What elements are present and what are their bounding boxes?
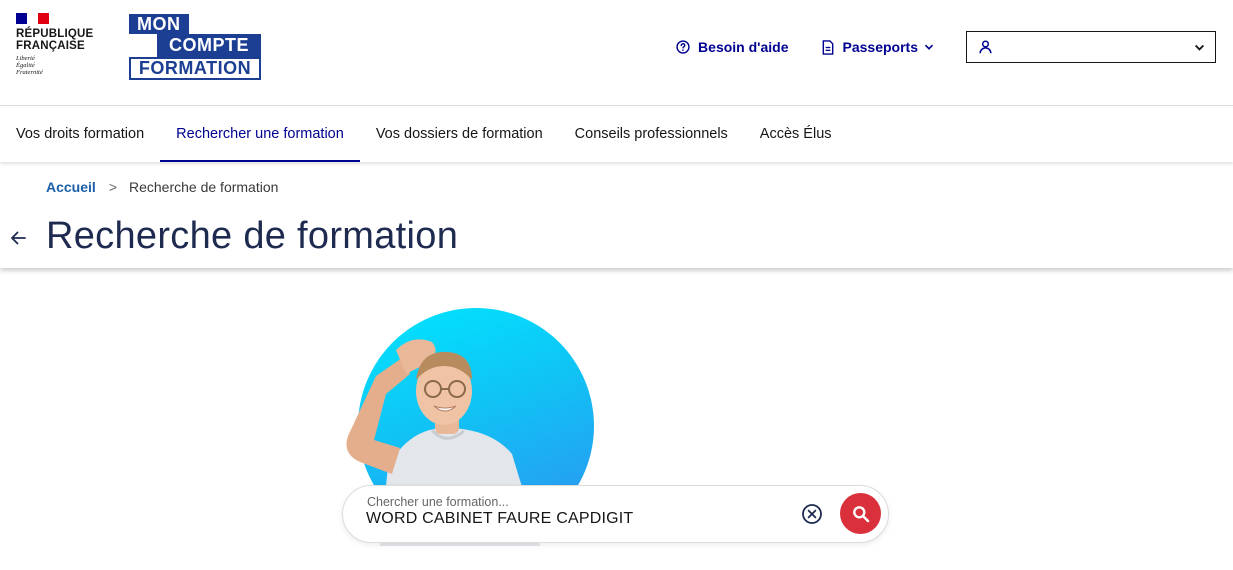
republique-francaise-logo[interactable]: RÉPUBLIQUE FRANÇAISE Liberté Égalité Fra… — [16, 13, 106, 76]
mon-compte-formation-logo[interactable]: MON COMPTE FORMATION — [129, 14, 261, 80]
passports-menu[interactable]: Passeports — [821, 39, 934, 55]
header-tools: Besoin d'aide Passeports — [676, 31, 1216, 63]
chevron-down-icon — [1194, 44, 1205, 51]
republic-name: RÉPUBLIQUE FRANÇAISE — [16, 28, 94, 52]
question-circle-icon — [676, 40, 690, 54]
back-arrow-icon[interactable] — [8, 228, 28, 248]
search-icon — [852, 505, 869, 522]
breadcrumb-home-link[interactable]: Accueil — [46, 179, 96, 195]
search-input[interactable]: WORD CABINET FAURE CAPDIGIT — [366, 510, 633, 528]
page-title: Recherche de formation — [46, 215, 459, 257]
clear-search-icon[interactable] — [801, 503, 823, 525]
document-icon — [822, 39, 833, 55]
breadcrumb: Accueil > Recherche de formation — [46, 179, 278, 195]
search-button[interactable] — [840, 493, 881, 534]
search-box[interactable]: Chercher une formation... WORD CABINET F… — [342, 485, 889, 543]
chevron-down-icon — [924, 44, 934, 50]
nav-item-acces-elus[interactable]: Accès Élus — [744, 106, 848, 162]
user-icon — [979, 40, 992, 54]
french-flag-icon — [16, 13, 49, 24]
main-nav: Vos droits formation Rechercher une form… — [0, 106, 1233, 162]
title-band: Recherche de formation — [0, 206, 1233, 268]
nav-item-dossiers-formation[interactable]: Vos dossiers de formation — [360, 106, 559, 162]
nav-item-droits-formation[interactable]: Vos droits formation — [0, 106, 160, 162]
help-link[interactable]: Besoin d'aide — [676, 39, 789, 55]
breadcrumb-current: Recherche de formation — [129, 179, 279, 195]
search-label: Chercher une formation... — [367, 495, 509, 509]
nav-item-rechercher-formation[interactable]: Rechercher une formation — [160, 106, 360, 162]
account-select[interactable] — [966, 31, 1216, 63]
republic-motto: Liberté Égalité Fraternité — [16, 55, 43, 76]
breadcrumb-separator: > — [108, 179, 117, 195]
site-header: RÉPUBLIQUE FRANÇAISE Liberté Égalité Fra… — [0, 0, 1233, 106]
nav-item-conseils-professionnels[interactable]: Conseils professionnels — [559, 106, 744, 162]
